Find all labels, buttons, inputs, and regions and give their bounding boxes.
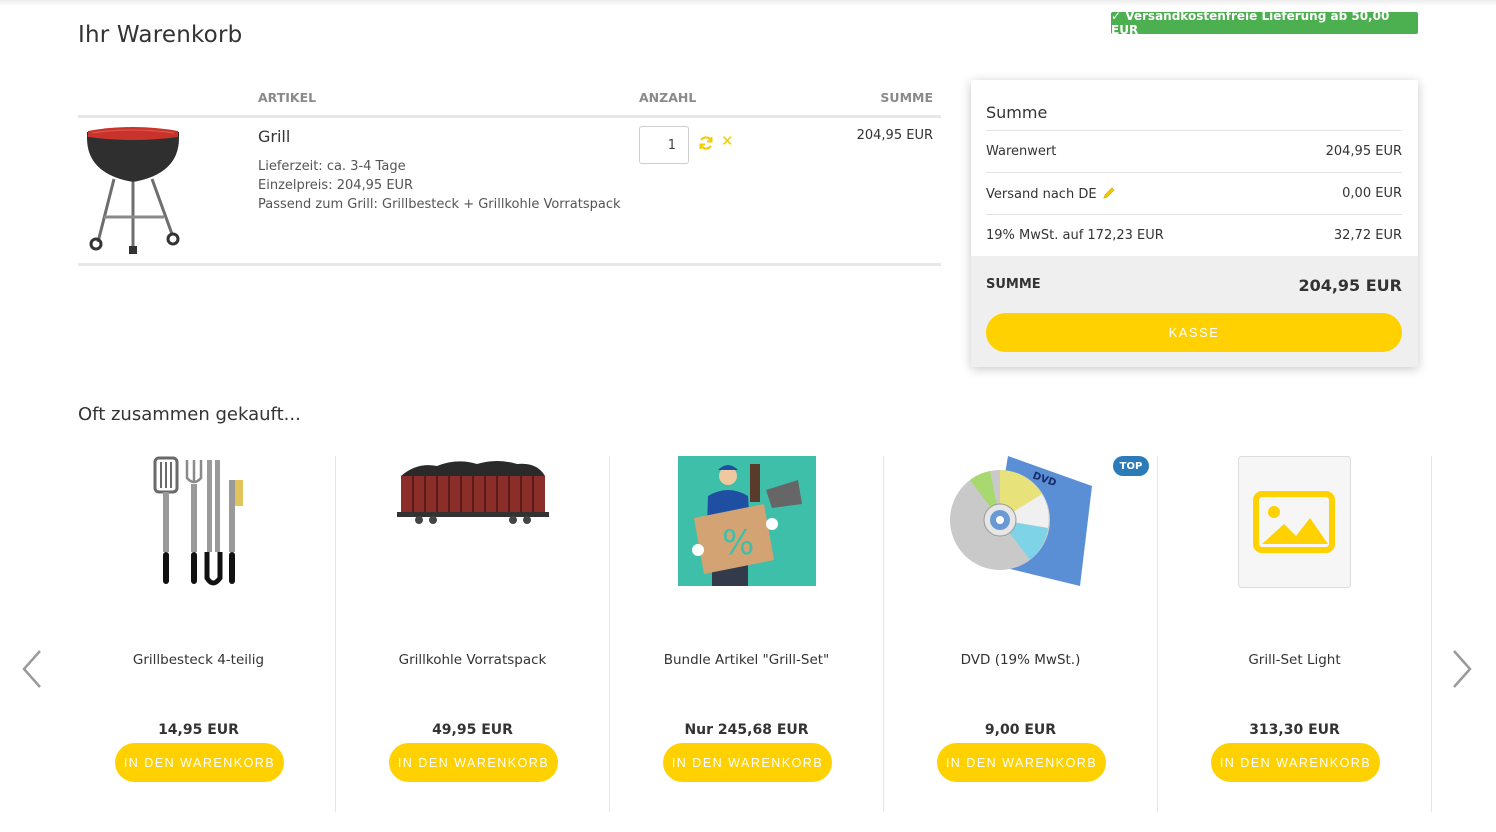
chevron-left-icon[interactable]: [20, 648, 44, 690]
product-price: 9,00 EUR: [984, 722, 1057, 738]
product-name[interactable]: DVD (19% MwSt.): [884, 652, 1157, 668]
grill-tools-image[interactable]: [149, 456, 249, 588]
product-card: % Bundle Artikel "Grill-Set" Nur 245,68 …: [610, 456, 884, 812]
product-price: Nur 245,68 EUR: [684, 722, 809, 738]
total-label: SUMME: [986, 277, 1041, 292]
product-image-wrap: [62, 456, 335, 588]
add-to-cart-button[interactable]: IN DEN WARENKORB: [663, 743, 832, 782]
product-name[interactable]: Grillkohle Vorratspack: [336, 652, 609, 668]
summary-versand: Versand nach DE 0,00 EUR: [986, 172, 1402, 214]
summary-total: SUMME 204,95 EUR KASSE: [971, 256, 1418, 367]
item-einzelpreis: Einzelpreis: 204,95 EUR: [258, 178, 414, 193]
cart-item-row: Grill Lieferzeit: ca. 3-4 Tage Einzelpre…: [78, 118, 941, 266]
column-summe: SUMME: [880, 90, 933, 105]
top-shadow: [0, 0, 1496, 6]
column-anzahl: ANZAHL: [639, 90, 697, 105]
product-price: 313,30 EUR: [1249, 722, 1340, 738]
recommendations-title: Oft zusammen gekauft...: [78, 404, 301, 425]
item-sum: 204,95 EUR: [856, 128, 933, 143]
product-image-wrap: %: [610, 456, 883, 588]
product-image-wrap: DVD: [884, 456, 1157, 588]
grill-image[interactable]: [84, 124, 182, 256]
dvd-image[interactable]: DVD: [949, 456, 1092, 588]
summary-warenwert: Warenwert 204,95 EUR: [986, 130, 1402, 172]
product-name[interactable]: Bundle Artikel "Grill-Set": [610, 652, 883, 668]
add-to-cart-button[interactable]: IN DEN WARENKORB: [1211, 743, 1380, 782]
product-name[interactable]: Grill-Set Light: [1158, 652, 1431, 668]
versand-label-wrap: Versand nach DE: [986, 186, 1116, 202]
coal-wagon-image[interactable]: [396, 456, 549, 588]
product-card: Grillkohle Vorratspack 49,95 EUR IN DEN …: [336, 456, 610, 812]
product-card: TOP DVD DVD (19% MwSt.) 9,00 EUR IN DEN …: [884, 456, 1158, 812]
add-to-cart-button[interactable]: IN DEN WARENKORB: [115, 743, 284, 782]
product-image-wrap: [1158, 456, 1431, 588]
product-card: Grillbesteck 4-teilig 14,95 EUR IN DEN W…: [62, 456, 336, 812]
item-passend: Passend zum Grill: Grillbesteck + Grillk…: [258, 197, 621, 212]
cart-table-header: ARTIKEL ANZAHL SUMME: [78, 88, 941, 118]
remove-icon[interactable]: ✕: [721, 132, 734, 150]
warenwert-value: 204,95 EUR: [1325, 144, 1402, 159]
item-lieferzeit: Lieferzeit: ca. 3-4 Tage: [258, 159, 406, 174]
quantity-input[interactable]: 1: [639, 126, 689, 164]
free-shipping-banner: ✓ Versandkostenfreie Lieferung ab 50,00 …: [1111, 9, 1418, 37]
mwst-value: 32,72 EUR: [1333, 228, 1402, 243]
mwst-label: 19% MwSt. auf 172,23 EUR: [986, 228, 1164, 243]
product-price: 49,95 EUR: [432, 722, 513, 738]
page-title: Ihr Warenkorb: [78, 22, 243, 48]
warenwert-label: Warenwert: [986, 144, 1057, 159]
product-card: Grill-Set Light 313,30 EUR IN DEN WARENK…: [1158, 456, 1432, 812]
product-image-wrap: [336, 456, 609, 588]
product-name[interactable]: Grillbesteck 4-teilig: [62, 652, 335, 668]
add-to-cart-button[interactable]: IN DEN WARENKORB: [389, 743, 558, 782]
versand-value: 0,00 EUR: [1342, 186, 1402, 201]
placeholder-image[interactable]: [1238, 456, 1351, 588]
product-carousel: Grillbesteck 4-teilig 14,95 EUR IN DEN W…: [62, 456, 1434, 812]
summary-title: Summe: [986, 103, 1048, 122]
item-name[interactable]: Grill: [258, 127, 290, 146]
versand-label: Versand nach DE: [986, 187, 1097, 202]
product-price: 14,95 EUR: [158, 722, 239, 738]
bundle-image[interactable]: %: [677, 456, 816, 588]
pencil-icon[interactable]: [1102, 186, 1116, 200]
order-summary: Summe Warenwert 204,95 EUR Versand nach …: [971, 80, 1418, 367]
summary-mwst: 19% MwSt. auf 172,23 EUR 32,72 EUR: [986, 214, 1402, 256]
refresh-icon[interactable]: [698, 135, 714, 151]
add-to-cart-button[interactable]: IN DEN WARENKORB: [937, 743, 1106, 782]
checkout-button[interactable]: KASSE: [986, 313, 1402, 352]
column-artikel: ARTIKEL: [258, 90, 317, 105]
chevron-right-icon[interactable]: [1450, 648, 1474, 690]
svg-text:%: %: [722, 523, 754, 563]
total-value: 204,95 EUR: [1298, 276, 1402, 295]
